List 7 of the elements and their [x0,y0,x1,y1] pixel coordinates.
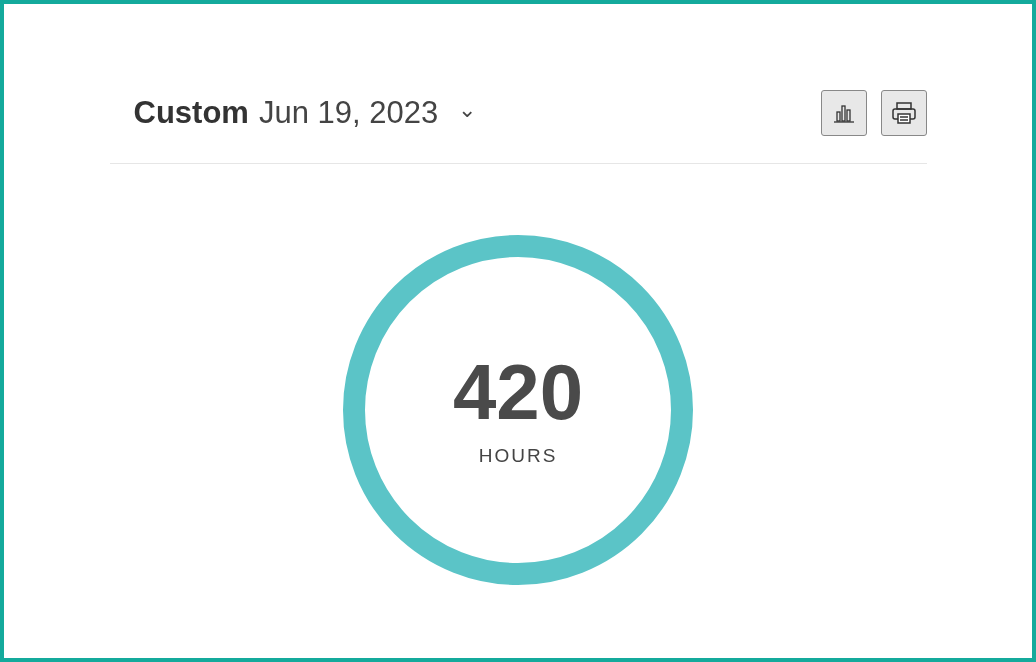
date-range-dropdown[interactable]: Custom Jun 19, 2023 ⌄ [133,94,477,131]
total-hours-value: 420 [452,353,584,431]
print-button[interactable] [880,89,927,136]
printer-icon [890,100,917,125]
bar-chart-icon [832,102,855,123]
hours-label: HOURS [478,445,558,467]
chart-button[interactable] [820,89,867,136]
